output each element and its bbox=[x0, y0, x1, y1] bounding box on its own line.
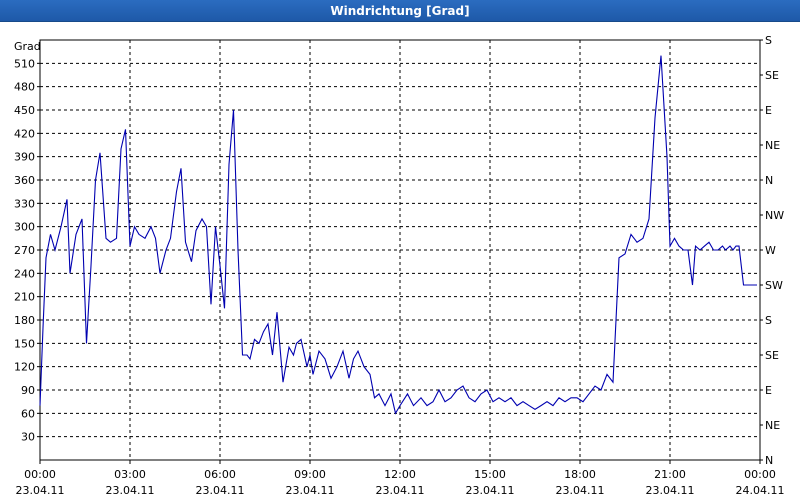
y-tick-label: 270 bbox=[14, 244, 35, 257]
y-tick-label: 150 bbox=[14, 337, 35, 350]
y-tick-label: 420 bbox=[14, 127, 35, 140]
compass-tick-label: NE bbox=[765, 419, 780, 432]
y-tick-label: 240 bbox=[14, 267, 35, 280]
x-tick-date-label: 23.04.11 bbox=[286, 484, 335, 497]
y-axis-title: Grad bbox=[14, 40, 41, 53]
x-tick-time-label: 06:00 bbox=[204, 468, 236, 481]
x-tick-date-label: 23.04.11 bbox=[196, 484, 245, 497]
y-tick-label: 300 bbox=[14, 221, 35, 234]
y-tick-label: 120 bbox=[14, 361, 35, 374]
compass-tick-label: SE bbox=[765, 69, 779, 82]
y-tick-label: 180 bbox=[14, 314, 35, 327]
compass-tick-label: E bbox=[765, 384, 772, 397]
x-tick-time-label: 00:00 bbox=[744, 468, 776, 481]
x-tick-date-label: 23.04.11 bbox=[16, 484, 65, 497]
compass-tick-label: S bbox=[765, 314, 772, 327]
y-tick-label: 30 bbox=[21, 431, 35, 444]
y-tick-label: 450 bbox=[14, 104, 35, 117]
y-tick-label: 360 bbox=[14, 174, 35, 187]
compass-tick-label: SE bbox=[765, 349, 779, 362]
x-tick-time-label: 18:00 bbox=[564, 468, 596, 481]
compass-tick-label: S bbox=[765, 34, 772, 47]
y-tick-label: 90 bbox=[21, 384, 35, 397]
x-tick-date-label: 23.04.11 bbox=[376, 484, 425, 497]
y-tick-label: 390 bbox=[14, 151, 35, 164]
compass-tick-label: W bbox=[765, 244, 776, 257]
x-tick-time-label: 03:00 bbox=[114, 468, 146, 481]
x-tick-date-label: 23.04.11 bbox=[106, 484, 155, 497]
x-tick-time-label: 21:00 bbox=[654, 468, 686, 481]
x-tick-time-label: 09:00 bbox=[294, 468, 326, 481]
compass-tick-label: N bbox=[765, 454, 773, 467]
y-tick-label: 510 bbox=[14, 57, 35, 70]
y-tick-label: 210 bbox=[14, 291, 35, 304]
x-tick-time-label: 15:00 bbox=[474, 468, 506, 481]
y-tick-label: 60 bbox=[21, 407, 35, 420]
x-tick-date-label: 23.04.11 bbox=[646, 484, 695, 497]
compass-tick-label: E bbox=[765, 104, 772, 117]
x-tick-time-label: 00:00 bbox=[24, 468, 56, 481]
compass-tick-label: NW bbox=[765, 209, 784, 222]
x-tick-date-label: 24.04.11 bbox=[736, 484, 785, 497]
wind-direction-chart: Grad 30 60 90 120 150 180 210 240 270 300 330 360 39… bbox=[14, 34, 785, 497]
x-tick-date-label: 23.04.11 bbox=[466, 484, 515, 497]
compass-tick-label: N bbox=[765, 174, 773, 187]
compass-tick-label: NE bbox=[765, 139, 780, 152]
y-tick-label: 480 bbox=[14, 81, 35, 94]
compass-tick-label: SW bbox=[765, 279, 783, 292]
x-tick-date-label: 23.04.11 bbox=[556, 484, 605, 497]
x-tick-time-label: 12:00 bbox=[384, 468, 416, 481]
y-tick-label: 330 bbox=[14, 197, 35, 210]
